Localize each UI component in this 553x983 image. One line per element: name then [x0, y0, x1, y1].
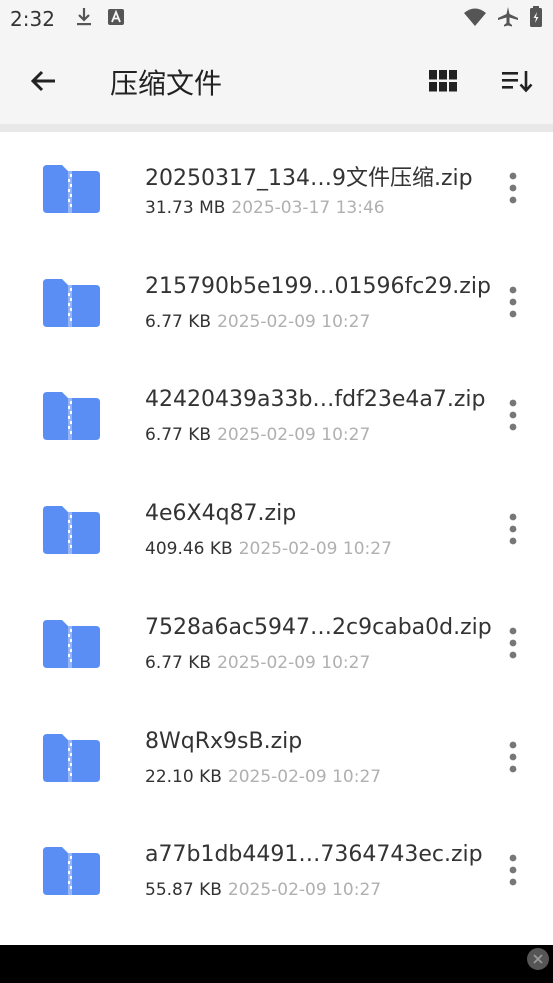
zip-folder-icon	[43, 619, 100, 668]
download-icon	[75, 7, 93, 31]
file-row[interactable]: 8WqRx9sB.zip 22.10 KB 2025-02-09 10:27	[0, 701, 553, 815]
file-date: 2025-02-09 10:27	[238, 539, 392, 560]
file-meta: 409.46 KB 2025-02-09 10:27	[145, 539, 392, 559]
file-meta: 6.77 KB 2025-02-09 10:27	[145, 425, 370, 445]
sort-icon	[502, 71, 533, 93]
file-row[interactable]: 42420439a33b…fdf23e4a7.zip 6.77 KB 2025-02…	[0, 359, 553, 473]
zip-folder-icon	[43, 506, 100, 555]
more-options-button[interactable]	[498, 168, 528, 208]
zip-folder-icon	[43, 847, 100, 896]
more-options-button[interactable]	[498, 509, 528, 549]
close-icon	[533, 954, 543, 964]
file-row[interactable]: 20250317_134…9文件压缩.zip 31.73 MB 2025-03-17…	[0, 132, 553, 246]
wifi-icon	[463, 7, 487, 31]
grid-view-icon	[429, 70, 457, 92]
more-vert-icon	[509, 513, 517, 545]
more-options-button[interactable]	[498, 737, 528, 777]
file-size: 6.77 KB	[145, 311, 212, 332]
file-date: 2025-02-09 10:27	[227, 880, 382, 901]
file-date: 2025-02-09 10:27	[217, 652, 371, 673]
file-meta: 6.77 KB 2025-02-09 10:27	[145, 312, 370, 332]
battery-icon	[529, 6, 543, 32]
file-size: 31.73 MB	[145, 198, 226, 218]
more-vert-icon	[509, 172, 517, 204]
more-options-button[interactable]	[498, 850, 528, 890]
file-date: 2025-03-17 13:46	[231, 198, 385, 218]
file-meta: 6.77 KB 2025-02-09 10:27	[145, 653, 370, 673]
more-options-button[interactable]	[498, 395, 528, 435]
file-row[interactable]: 4e6X4q87.zip 409.46 KB 2025-02-09 10:27	[0, 473, 553, 587]
a-letter-icon	[107, 8, 125, 30]
file-meta: 55.87 KB 2025-02-09 10:27	[145, 880, 381, 900]
navigation-bar	[0, 945, 553, 983]
file-date: 2025-02-09 10:27	[217, 311, 371, 332]
close-button[interactable]	[527, 948, 549, 970]
file-name: 215790b5e199…01596fc29.zip	[145, 273, 491, 299]
file-size: 6.77 KB	[145, 425, 212, 446]
file-name: 7528a6ac5947…2c9caba0d.zip	[145, 614, 492, 640]
more-vert-icon	[509, 286, 517, 318]
more-vert-icon	[509, 741, 517, 772]
zip-folder-icon	[43, 392, 100, 441]
file-size: 22.10 KB	[145, 766, 222, 787]
more-options-button[interactable]	[498, 282, 528, 322]
more-vert-icon	[509, 399, 517, 431]
file-row[interactable]: 7528a6ac5947…2c9caba0d.zip 6.77 KB 2025-02…	[0, 587, 553, 701]
status-time: 2:32	[10, 7, 55, 31]
file-name: 20250317_134…9文件压缩.zip	[145, 166, 473, 191]
arrow-left-icon	[30, 70, 55, 92]
sort-button[interactable]	[496, 60, 538, 102]
file-name: 8WqRx9sB.zip	[145, 728, 303, 754]
file-list: 20250317_134…9文件压缩.zip 31.73 MB 2025-03-17…	[0, 132, 553, 945]
file-name: 4e6X4q87.zip	[145, 501, 297, 527]
file-name: 42420439a33b…fdf23e4a7.zip	[145, 387, 486, 413]
status-bar: 2:32	[0, 0, 553, 38]
more-vert-icon	[509, 854, 517, 886]
more-options-button[interactable]	[498, 623, 528, 663]
grid-view-button[interactable]	[422, 60, 464, 102]
page-title: 压缩文件	[110, 67, 223, 100]
file-size: 6.77 KB	[145, 652, 212, 673]
file-meta: 31.73 MB 2025-03-17 13:46	[145, 198, 385, 218]
status-left-icons	[75, 7, 125, 31]
back-button[interactable]	[22, 60, 64, 102]
file-row[interactable]: a77b1db4491…7364743ec.zip 55.87 KB 2025-02…	[0, 814, 553, 928]
toolbar-divider	[0, 124, 553, 132]
file-date: 2025-02-09 10:27	[227, 766, 382, 787]
file-size: 55.87 KB	[145, 880, 222, 901]
zip-folder-icon	[43, 733, 100, 782]
more-vert-icon	[509, 627, 517, 659]
toolbar: 压缩文件	[0, 38, 553, 124]
status-right-icons	[463, 6, 543, 32]
zip-folder-icon	[43, 165, 100, 213]
file-name: a77b1db4491…7364743ec.zip	[145, 842, 483, 868]
file-date: 2025-02-09 10:27	[217, 425, 371, 446]
file-size: 409.46 KB	[145, 539, 233, 560]
file-row[interactable]: 215790b5e199…01596fc29.zip 6.77 KB 2025-02…	[0, 246, 553, 360]
airplane-icon	[497, 6, 519, 32]
file-meta: 22.10 KB 2025-02-09 10:27	[145, 767, 381, 787]
zip-folder-icon	[43, 278, 100, 327]
